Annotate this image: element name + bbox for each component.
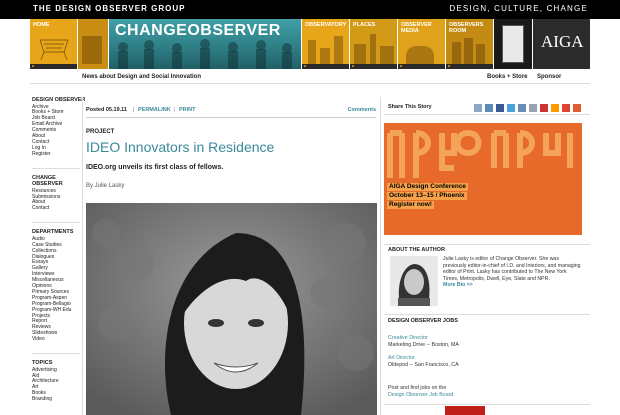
books-store-link[interactable]: Books + Store bbox=[487, 74, 528, 80]
post-date: Posted 05.19.11 bbox=[86, 107, 127, 113]
divider bbox=[32, 167, 80, 169]
comments-link[interactable]: Comments bbox=[348, 107, 376, 113]
job-title-link[interactable]: Art Director bbox=[388, 355, 415, 361]
job-location: Oldepod -- San Francisco, CA bbox=[388, 362, 459, 368]
delicious-icon[interactable] bbox=[529, 104, 537, 112]
divider bbox=[384, 244, 590, 245]
nav-places[interactable]: PLACES bbox=[350, 19, 397, 69]
sidebar-group: CHANGE OBSERVER Resources Submissions About… bbox=[32, 175, 87, 213]
top-bar: THE DESIGN OBSERVER GROUP DESIGN, CULTUR… bbox=[0, 0, 620, 19]
nav-observatory[interactable]: OBSERVATORY bbox=[302, 19, 349, 69]
divider bbox=[384, 404, 590, 405]
permalink-link[interactable]: PERMALINK bbox=[138, 107, 171, 113]
sidebar-link[interactable]: Contact bbox=[32, 205, 87, 212]
separator: | bbox=[133, 107, 135, 113]
sidebar-heading: DEPARTMENTS bbox=[32, 229, 74, 236]
nav-aiga[interactable]: AIGA bbox=[533, 19, 590, 69]
sidebar-group: DESIGN OBSERVER Archive Books + Store Job B… bbox=[32, 97, 87, 158]
jobs-cta-text: Post and find jobs on the bbox=[388, 385, 447, 391]
print-share-icon[interactable] bbox=[485, 104, 493, 112]
separator: | bbox=[174, 107, 176, 113]
aiga-conference-ad[interactable]: AIGA Design Conference October 13–15 / P… bbox=[384, 123, 582, 235]
sidebar-heading: TOPICS bbox=[32, 360, 53, 367]
divider bbox=[384, 314, 590, 315]
divider bbox=[384, 114, 590, 115]
more-bio-link[interactable]: More Bio >> bbox=[443, 282, 473, 288]
header-subrow: News about Design and Social Innovation … bbox=[30, 72, 590, 84]
more-share-icon[interactable] bbox=[573, 104, 581, 112]
nav-book-tile[interactable] bbox=[494, 19, 532, 69]
sponsor-link[interactable]: Sponsor bbox=[537, 74, 561, 80]
tagline: DESIGN, CULTURE, CHANGE bbox=[449, 4, 588, 13]
main-nav: HOME CHANGEOBSERVER OBSERVATORY PLACES O… bbox=[30, 19, 590, 69]
book-cover-image bbox=[502, 25, 524, 63]
left-sidebar: DESIGN OBSERVER Archive Books + Store Job B… bbox=[32, 97, 87, 413]
nav-arrow bbox=[350, 64, 397, 69]
digg-icon[interactable] bbox=[518, 104, 526, 112]
portrait-image bbox=[86, 203, 377, 415]
promo-thumbnail[interactable] bbox=[445, 406, 485, 415]
article-byline: By Julie Lasky bbox=[86, 183, 125, 189]
sidebar-group: DEPARTMENTS Audio Case Studies Collections D… bbox=[32, 229, 87, 343]
email-share-icon[interactable] bbox=[474, 104, 482, 112]
nav-observatory-label: OBSERVATORY bbox=[305, 22, 347, 28]
post-meta-bar: Posted 05.19.11 | PERMALINK | PRINT Comm… bbox=[86, 103, 376, 118]
nav-image-tile bbox=[78, 19, 108, 69]
rss-icon[interactable] bbox=[551, 104, 559, 112]
nav-observers-room[interactable]: OBSERVERS ROOM bbox=[446, 19, 493, 69]
nav-places-label: PLACES bbox=[353, 22, 376, 28]
aiga-logo: AIGA bbox=[541, 32, 584, 51]
site-description: News about Design and Social Innovation bbox=[82, 74, 202, 80]
sidebar-link[interactable]: Video bbox=[32, 336, 87, 343]
job-location: Marketing Drive -- Boston, MA bbox=[388, 342, 459, 348]
author-portrait bbox=[390, 256, 438, 306]
author-photo bbox=[390, 256, 438, 306]
nav-arrow bbox=[30, 64, 77, 69]
about-author-heading: ABOUT THE AUTHOR bbox=[388, 247, 445, 253]
divider bbox=[82, 97, 83, 415]
job-board-link[interactable]: Design Observer Job Board bbox=[388, 392, 453, 398]
print-link[interactable]: PRINT bbox=[179, 107, 196, 113]
ad-line: October 13–15 / Phoenix bbox=[387, 192, 467, 200]
author-bio: Julie Lasky is editor of Change Observer… bbox=[443, 256, 583, 289]
ad-text-block: AIGA Design Conference October 13–15 / P… bbox=[387, 183, 469, 210]
google-icon[interactable] bbox=[562, 104, 570, 112]
divider bbox=[32, 353, 80, 355]
ad-pattern bbox=[387, 129, 573, 178]
divider bbox=[32, 222, 80, 224]
article-title: IDEO Innovators in Residence bbox=[86, 139, 275, 155]
sidebar-heading: CHANGE OBSERVER bbox=[32, 174, 63, 188]
nav-change-observer[interactable]: CHANGEOBSERVER bbox=[109, 19, 301, 69]
facebook-icon[interactable] bbox=[496, 104, 504, 112]
author-bio-text: Julie Lasky is editor of Change Observer… bbox=[443, 256, 581, 282]
nav-room-label: OBSERVERS ROOM bbox=[449, 22, 484, 34]
jobs-heading: DESIGN OBSERVER JOBS bbox=[388, 318, 458, 324]
stumble-icon[interactable] bbox=[540, 104, 548, 112]
brand-name[interactable]: THE DESIGN OBSERVER GROUP bbox=[33, 4, 185, 13]
chair-icon bbox=[39, 39, 69, 60]
twitter-icon[interactable] bbox=[507, 104, 515, 112]
nav-arrow bbox=[398, 64, 445, 69]
divider bbox=[380, 97, 381, 415]
nav-arrow bbox=[446, 64, 493, 69]
crowd-photo bbox=[118, 39, 292, 69]
article-photo bbox=[86, 203, 377, 415]
sidebar-group: TOPICS Advertising Aid Architecture Art Books… bbox=[32, 360, 87, 403]
sidebar-link[interactable]: Register bbox=[32, 151, 87, 158]
article-subtitle: IDEO.org unveils its first class of fell… bbox=[86, 164, 224, 171]
nav-media-label: OBSERVER MEDIA bbox=[401, 22, 432, 34]
ad-register-link[interactable]: Register now! bbox=[387, 201, 434, 209]
nav-arrow bbox=[302, 64, 349, 69]
post-category: PROJECT bbox=[86, 129, 115, 135]
jobs-cta: Post and find jobs on the Design Observe… bbox=[388, 385, 453, 399]
ad-line: AIGA Design Conference bbox=[387, 183, 469, 191]
nav-observer-media[interactable]: OBSERVER MEDIA bbox=[398, 19, 445, 69]
job-title-link[interactable]: Creative Director bbox=[388, 335, 428, 341]
share-label: Share This Story bbox=[388, 104, 432, 110]
sidebar-link[interactable]: Branding bbox=[32, 396, 87, 403]
change-observer-logo: CHANGEOBSERVER bbox=[115, 22, 281, 39]
sidebar-heading: DESIGN OBSERVER bbox=[32, 97, 86, 103]
nav-home[interactable]: HOME bbox=[30, 19, 77, 69]
nav-home-label: HOME bbox=[33, 22, 50, 28]
